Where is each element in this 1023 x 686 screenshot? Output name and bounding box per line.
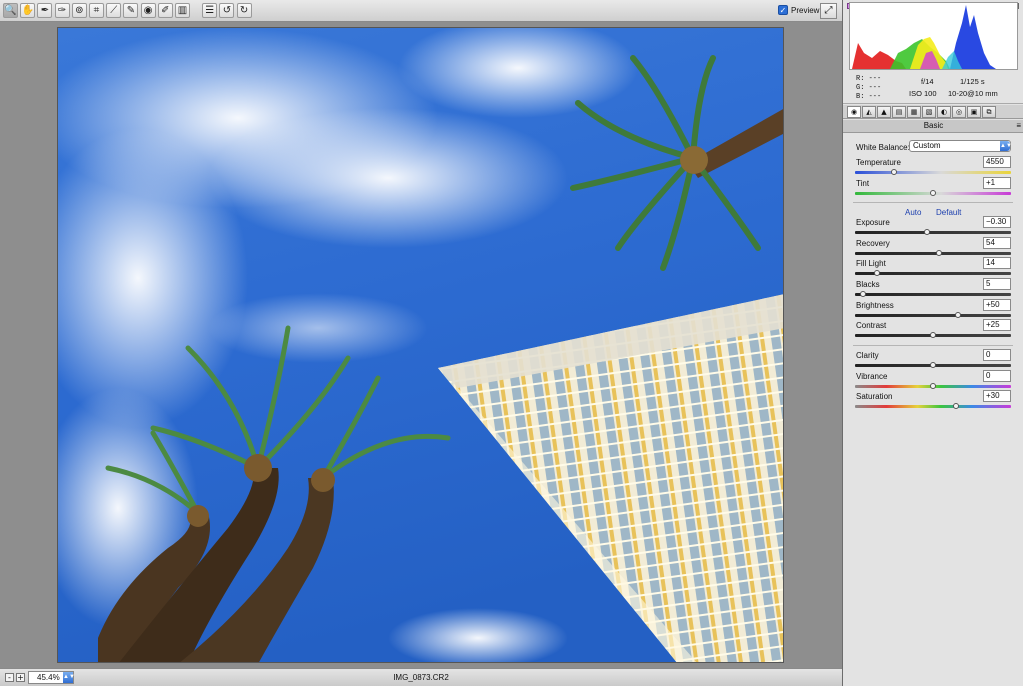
white-balance-label: White Balance: xyxy=(856,143,910,152)
histogram-graph xyxy=(852,5,996,69)
slider-thumb[interactable] xyxy=(930,383,936,389)
graduated-filter-tool-button[interactable]: ▥ xyxy=(175,3,190,18)
slider-label: Temperature xyxy=(856,158,901,167)
adjustments-panel: R: --- G: --- B: --- f/14 1/125 s ISO 10… xyxy=(842,0,1023,686)
slider-value-field[interactable]: +1 xyxy=(983,177,1011,189)
slider-value-field[interactable]: 4550 xyxy=(983,156,1011,168)
panel-tab-6[interactable]: ◐ xyxy=(937,106,951,118)
slider-label: Fill Light xyxy=(856,259,886,268)
photo-image xyxy=(58,28,783,662)
image-canvas[interactable] xyxy=(0,22,842,668)
panel-tab-2[interactable]: ▲ xyxy=(877,106,891,118)
rotate-left-tool-button[interactable]: ↺ xyxy=(219,3,235,18)
slider-track[interactable] xyxy=(855,293,1011,296)
slider-thumb[interactable] xyxy=(873,270,880,276)
status-bar: - + 45.4% ▲▼ IMG_0873.CR2 xyxy=(0,668,842,686)
hand-tool-button[interactable]: ✋ xyxy=(20,3,36,18)
color-sampler-tool-button[interactable]: ✑ xyxy=(54,3,70,18)
slider-label: Tint xyxy=(856,179,870,188)
slider-track[interactable] xyxy=(855,314,1011,317)
slider-thumb[interactable] xyxy=(954,312,961,318)
red-eye-tool-button[interactable]: ◉ xyxy=(140,3,156,18)
crop-tool-button[interactable]: ⌗ xyxy=(89,3,104,18)
slider-label: Vibrance xyxy=(856,372,888,381)
iso-info: ISO 100 xyxy=(909,89,937,98)
slider-thumb[interactable] xyxy=(891,169,897,175)
panel-tab-9[interactable]: ⧉ xyxy=(982,106,996,118)
targeted-adjustment-tool-button[interactable]: ⊚ xyxy=(71,3,87,18)
fullscreen-mode-button[interactable]: ⤢ xyxy=(820,3,837,19)
section-title: Basic ≡ xyxy=(843,120,1023,133)
file-name: IMG_0873.CR2 xyxy=(393,673,449,682)
lens-info: 10-20@10 mm xyxy=(948,89,998,98)
slider-track[interactable] xyxy=(855,171,1011,174)
blue-readout: B: --- xyxy=(856,93,882,101)
slider-thumb[interactable] xyxy=(936,250,943,256)
panel-tab-1[interactable]: ◭ xyxy=(862,106,876,118)
white-balance-select[interactable]: Custom ▲▼ xyxy=(909,140,1012,152)
auto-link[interactable]: Auto xyxy=(905,208,921,217)
slider-label: Brightness xyxy=(856,301,894,310)
section-title-text: Basic xyxy=(923,121,944,130)
panel-tab-3[interactable]: ▤ xyxy=(892,106,906,118)
preview-label: Preview xyxy=(791,5,820,15)
slider-value-field[interactable]: 5 xyxy=(983,278,1011,290)
divider xyxy=(853,345,1013,346)
slider-label: Clarity xyxy=(856,351,879,360)
white-balance-tool-button[interactable]: ✒ xyxy=(37,3,53,18)
panel-menu-icon[interactable]: ≡ xyxy=(1016,120,1021,132)
preferences-tool-button[interactable]: ☰ xyxy=(202,3,218,18)
camera-raw-window: 🔍✋✒✑⊚⌗⟋✎◉✐▥☰↺↻ ✓ Preview ⤢ xyxy=(0,0,1023,686)
pixel-readout: R: --- G: --- B: --- f/14 1/125 s ISO 10… xyxy=(843,72,1023,104)
slider-label: Saturation xyxy=(856,392,893,401)
slider-track[interactable] xyxy=(855,405,1011,408)
slider-thumb[interactable] xyxy=(930,190,936,196)
slider-value-field[interactable]: +50 xyxy=(983,299,1011,311)
default-link[interactable]: Default xyxy=(936,208,961,217)
slider-label: Contrast xyxy=(856,321,887,330)
slider-thumb[interactable] xyxy=(953,403,960,409)
red-readout: R: --- xyxy=(856,75,882,83)
panel-tab-5[interactable]: ▧ xyxy=(922,106,936,118)
divider xyxy=(853,202,1013,203)
spot-removal-tool-button[interactable]: ✎ xyxy=(123,3,139,18)
white-balance-value: Custom xyxy=(913,141,941,150)
slider-value-field[interactable]: 14 xyxy=(983,257,1011,269)
toolbar: 🔍 ✋ ✒ ✑ ⊚ ⌗ ⟋ ✎ ◉ ✐ ▥ ☰ ↺ ↻ ✓ Preview ⤢ xyxy=(0,0,842,22)
aperture-info: f/14 xyxy=(921,77,934,86)
slider-value-field[interactable]: +25 xyxy=(983,319,1011,331)
panel-tabs: ◉ ◭ ▲ ▤ ▦ ▧ ◐ ◎ ▣ ⧉ xyxy=(843,105,1023,119)
slider-thumb[interactable] xyxy=(859,291,866,297)
chevron-updown-icon: ▲▼ xyxy=(1000,141,1012,151)
slider-value-field[interactable]: −0.30 xyxy=(983,216,1011,228)
panel-tab-0[interactable]: ◉ xyxy=(847,106,861,118)
slider-thumb[interactable] xyxy=(923,229,930,235)
shutter-info: 1/125 s xyxy=(960,77,985,86)
slider-label: Exposure xyxy=(856,218,890,227)
slider-value-field[interactable]: 0 xyxy=(983,370,1011,382)
slider-label: Blacks xyxy=(856,280,880,289)
straighten-tool-button[interactable]: ⟋ xyxy=(106,3,122,18)
green-readout: G: --- xyxy=(856,84,882,92)
slider-thumb[interactable] xyxy=(930,332,936,338)
adjustment-brush-tool-button[interactable]: ✐ xyxy=(157,3,173,18)
slider-thumb[interactable] xyxy=(930,362,936,368)
slider-track[interactable] xyxy=(855,252,1011,255)
zoom-tool-button[interactable]: 🔍 xyxy=(3,3,18,18)
panel-tab-4[interactable]: ▦ xyxy=(907,106,921,118)
rotate-right-tool-button[interactable]: ↻ xyxy=(236,3,252,18)
slider-value-field[interactable]: +30 xyxy=(983,390,1011,402)
panel-tab-7[interactable]: ◎ xyxy=(952,106,966,118)
panel-tab-8[interactable]: ▣ xyxy=(967,106,981,118)
preview-checkbox[interactable]: ✓ xyxy=(778,5,788,15)
slider-value-field[interactable]: 54 xyxy=(983,237,1011,249)
photo-preview[interactable] xyxy=(57,27,784,663)
slider-track[interactable] xyxy=(855,231,1011,234)
histogram xyxy=(849,2,1018,70)
slider-value-field[interactable]: 0 xyxy=(983,349,1011,361)
slider-label: Recovery xyxy=(856,239,890,248)
preview-toggle[interactable]: ✓ Preview xyxy=(778,5,819,15)
